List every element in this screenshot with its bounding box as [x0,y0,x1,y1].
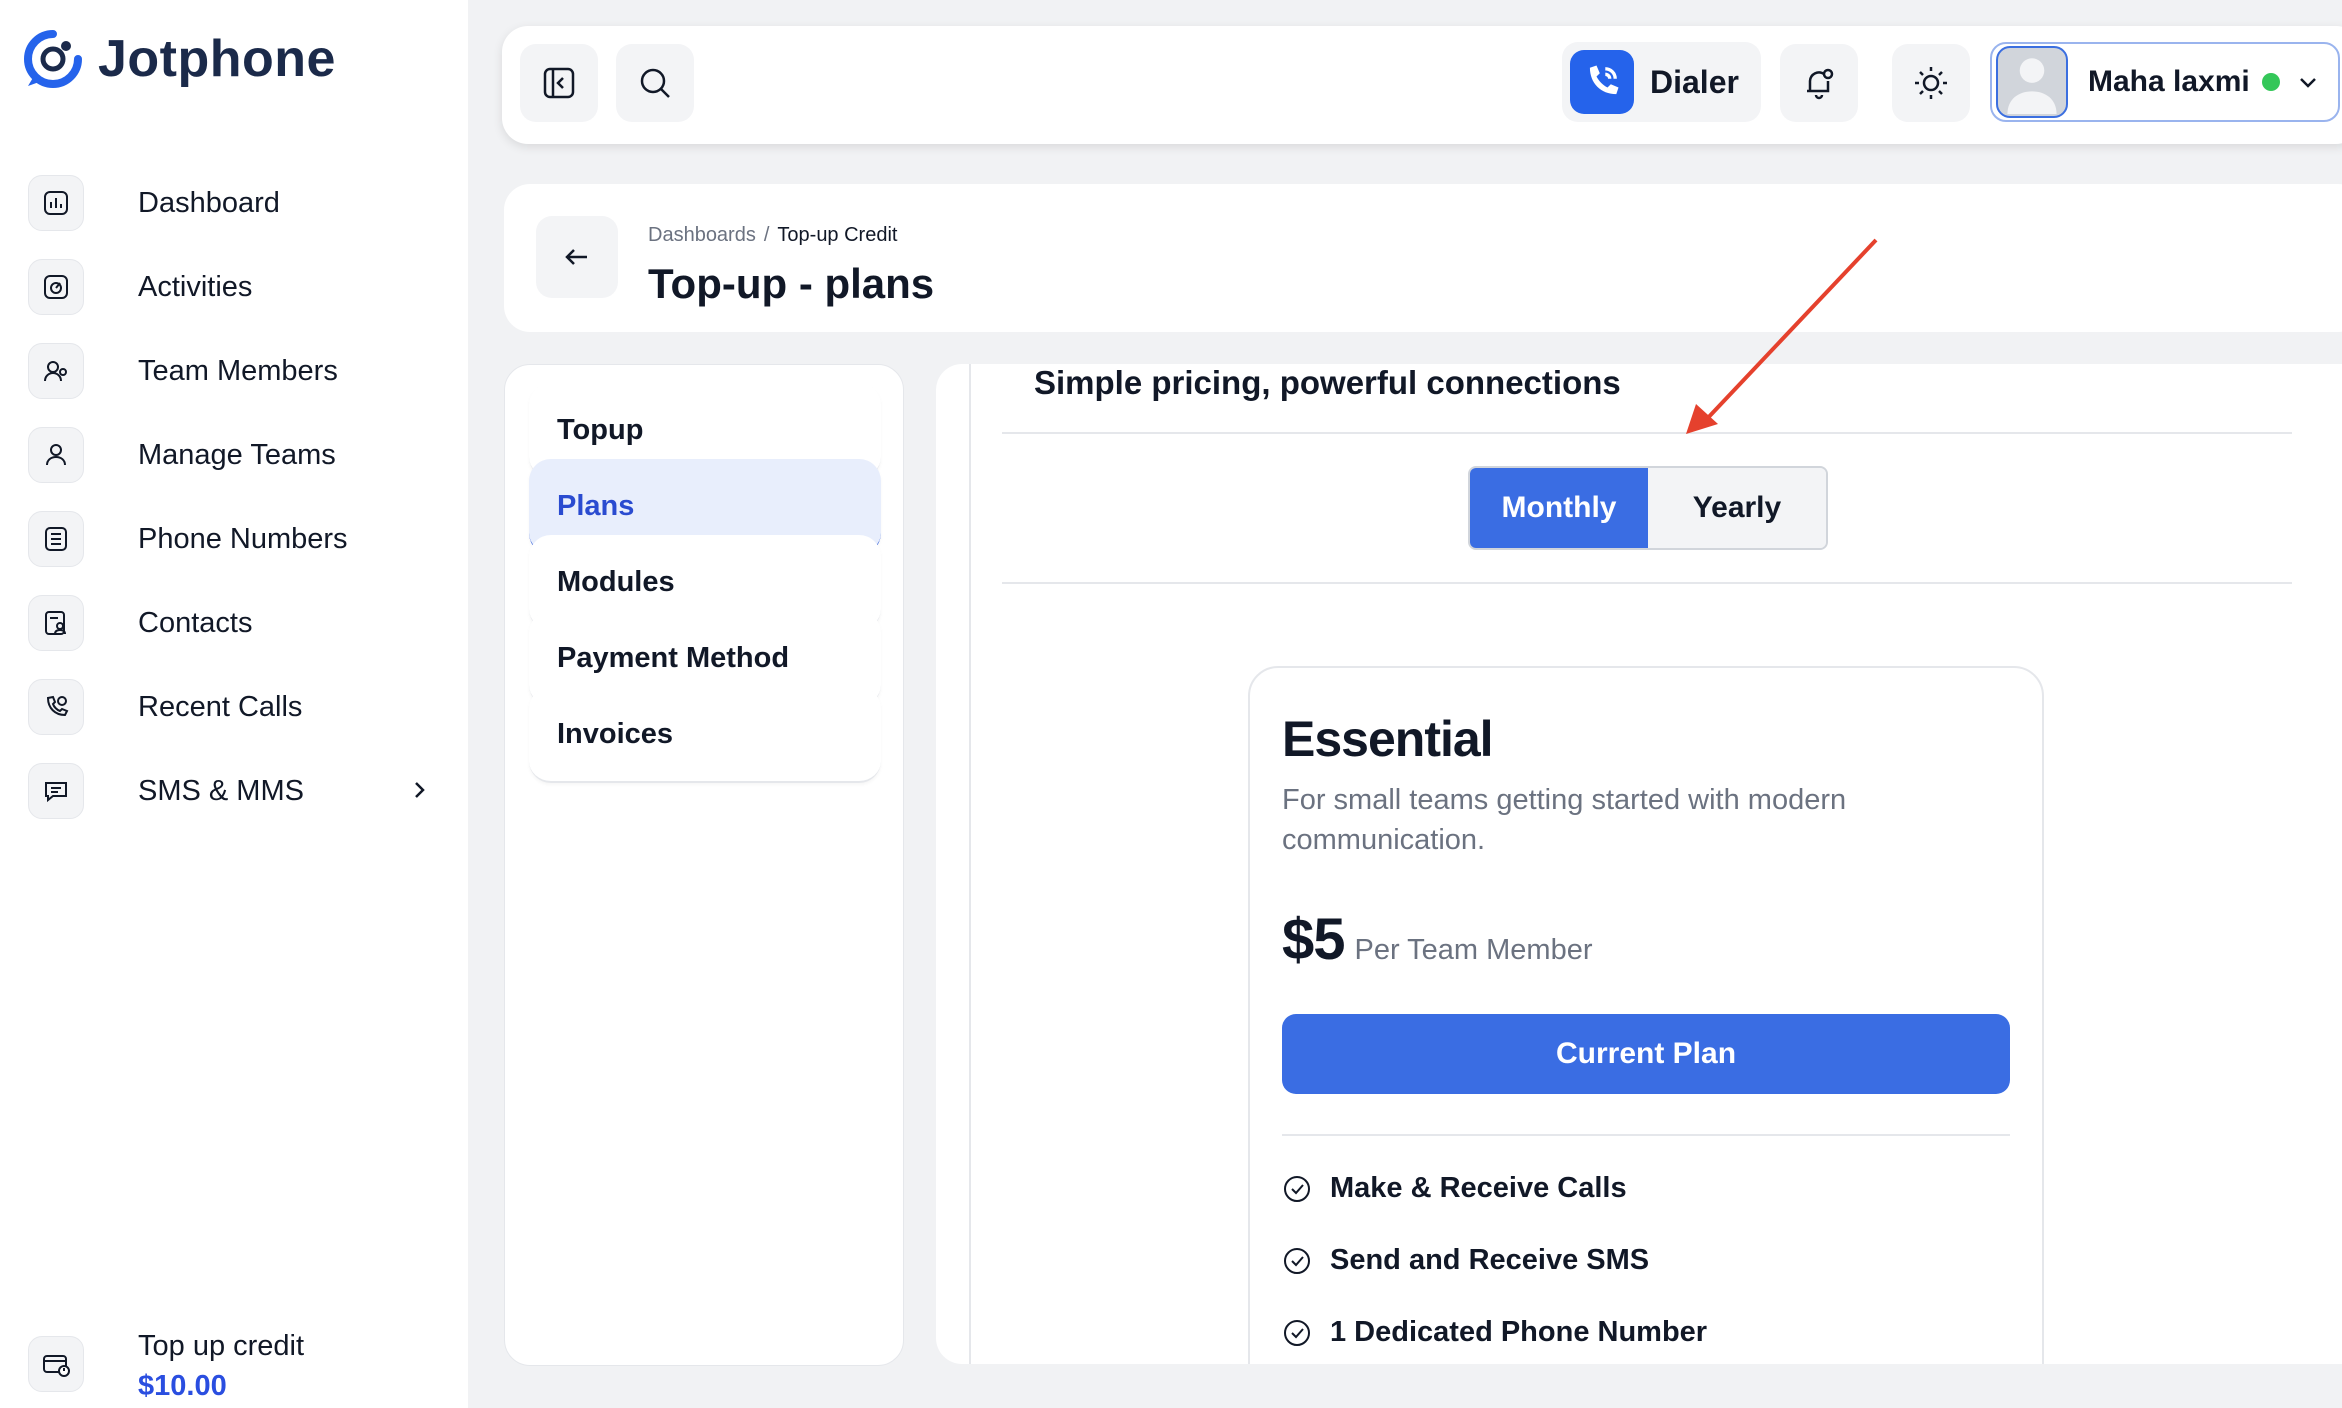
divider [1002,582,2292,584]
dialer-button[interactable]: Dialer [1562,42,1761,122]
sidebar-item-label: SMS & MMS [138,774,304,807]
annotation-arrow-icon [1686,238,1878,434]
bell-icon [1807,68,1834,100]
credit-label: Top up credit [138,1330,305,1362]
theme-toggle-button[interactable] [1892,44,1970,122]
sidebar-item-team-members[interactable]: Team Members [28,343,438,399]
page-header: Dashboards / Top-up Credit Top-up - plans [504,184,2342,332]
breadcrumb-separator: / [763,224,770,246]
team-members-icon [28,343,84,399]
dialer-label: Dialer [1650,63,1739,100]
plan-card-essential: Essential For small teams getting starte… [1248,666,2044,1364]
phone-numbers-icon [28,511,84,567]
current-plan-button[interactable]: Current Plan [1282,1014,2010,1094]
feature-label: Send and Receive SMS [1330,1244,1650,1276]
check-circle-icon [1284,1175,1310,1202]
sidebar-item-label: Activities [138,270,253,303]
plans-content: Simple pricing, powerful connections Mon… [936,364,2342,1364]
logo[interactable]: Jotphone [22,28,336,90]
sidebar-item-sms-mms[interactable]: SMS & MMS [28,763,438,819]
arrow-left-icon [565,249,587,265]
sidebar-item-label: Dashboard [138,186,280,219]
sidebar-item-dashboard[interactable]: Dashboard [28,175,438,231]
sidebar-toggle-icon [543,67,575,99]
divider [1002,432,2292,434]
topup-menu: Topup Plans Modules Payment Method Invoi… [504,364,904,1366]
check-circle-icon [1284,1319,1310,1346]
avatar [1996,46,2068,118]
sidebar-item-activities[interactable]: Activities [28,259,438,315]
sidebar-item-recent-calls[interactable]: Recent Calls [28,679,438,735]
message-icon [28,763,84,819]
notifications-button[interactable] [1780,44,1858,122]
feature-item: 1 Dedicated Phone Number [1282,1316,1707,1349]
back-button[interactable] [536,216,618,298]
bar-chart-icon [28,175,84,231]
user-menu[interactable]: Maha laxmi [1990,42,2340,122]
phone-call-icon [1570,50,1634,114]
manage-teams-icon [28,427,84,483]
sidebar-item-phone-numbers[interactable]: Phone Numbers [28,511,438,567]
sun-icon [1915,67,1947,99]
yearly-toggle-button[interactable]: Yearly [1648,468,1826,548]
pricing-tagline: Simple pricing, powerful connections [1034,364,1621,401]
chevron-right-icon[interactable] [406,777,432,803]
breadcrumb: Dashboards / Top-up Credit [648,224,897,247]
price-value: $5 [1282,907,1346,972]
sidebar: Jotphone Dashboard Activities Team Membe… [0,0,468,1408]
credit-card-icon [28,1336,84,1392]
collapse-sidebar-button[interactable] [520,44,598,122]
divider [969,364,971,1364]
menu-item-invoices[interactable]: Invoices [529,687,881,783]
jotphone-logo-icon [24,30,82,88]
check-circle-icon [1284,1247,1310,1274]
topbar: Dialer Maha laxmi [502,26,2342,144]
sidebar-item-label: Phone Numbers [138,522,348,555]
contacts-icon [28,595,84,651]
online-status-dot [2261,73,2280,91]
plan-description: For small teams getting started with mod… [1282,784,1847,856]
monthly-toggle-button[interactable]: Monthly [1470,468,1648,548]
topup-credit[interactable]: Top up credit $10.00 [28,1326,304,1406]
sidebar-item-manage-teams[interactable]: Manage Teams [28,427,438,483]
app-name: Jotphone [98,30,336,88]
recent-calls-icon [28,679,84,735]
sidebar-nav: Dashboard Activities Team Members Manage… [28,175,438,847]
price-unit: Per Team Member [1354,934,1593,966]
breadcrumb-link-dashboards[interactable]: Dashboards [648,224,756,246]
feature-item: Send and Receive SMS [1282,1244,1649,1277]
search-icon [640,68,670,98]
billing-toggle: Monthly Yearly [1468,466,1828,550]
chevron-down-icon [2299,78,2316,88]
sidebar-item-label: Recent Calls [138,690,303,723]
feature-item: Make & Receive Calls [1282,1172,1627,1205]
activity-icon [28,259,84,315]
sidebar-item-contacts[interactable]: Contacts [28,595,438,651]
user-name: Maha laxmi [2088,65,2250,98]
feature-label: Make & Receive Calls [1330,1172,1627,1204]
sidebar-item-label: Team Members [138,354,338,387]
divider [1282,1134,2010,1136]
search-button[interactable] [616,44,694,122]
sidebar-item-label: Manage Teams [138,438,336,471]
plan-name: Essential [1282,711,1494,767]
sidebar-item-label: Contacts [138,606,253,639]
credit-value: $10.00 [138,1370,227,1402]
plan-price: $5 Per Team Member [1282,906,1593,973]
page-title: Top-up - plans [648,260,935,307]
feature-label: 1 Dedicated Phone Number [1330,1316,1708,1348]
breadcrumb-current: Top-up Credit [777,224,898,246]
